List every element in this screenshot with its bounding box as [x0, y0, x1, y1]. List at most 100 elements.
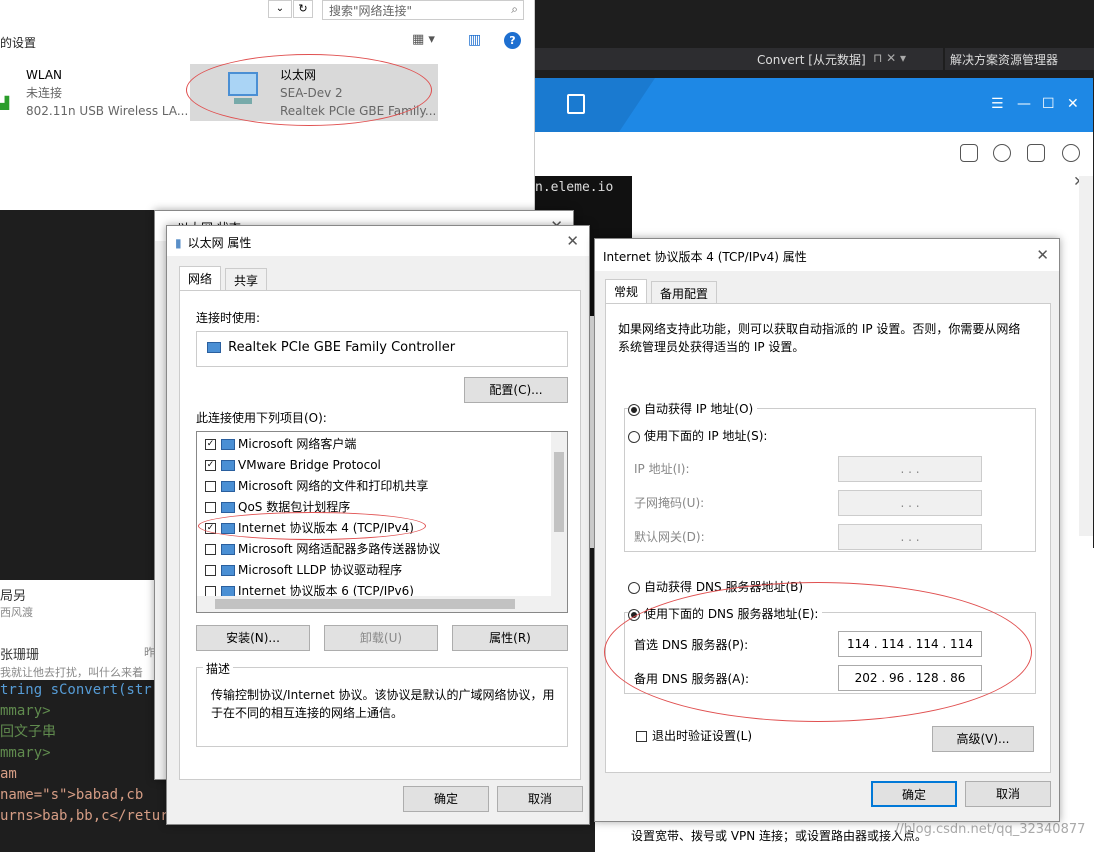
search-input[interactable]: 搜索"网络连接" ⌕: [322, 0, 524, 20]
tab-general[interactable]: 常规: [605, 279, 648, 303]
scrollbar[interactable]: [1079, 176, 1093, 536]
list-item[interactable]: Microsoft LLDP 协议驱动程序: [205, 560, 567, 581]
search-icon: ⌕: [511, 2, 518, 16]
tab-network[interactable]: 网络: [179, 266, 222, 290]
scroll-thumb[interactable]: [554, 452, 564, 532]
settings-icon[interactable]: [1062, 144, 1080, 162]
manual-ip-radio[interactable]: 使用下面的 IP 地址(S):: [628, 427, 772, 444]
cancel-button[interactable]: 取消: [497, 786, 583, 812]
list-item[interactable]: ✓ Microsoft 网络客户端: [205, 434, 567, 455]
protocol-icon: [221, 481, 235, 492]
status-strip: 设置宽带、拨号或 VPN 连接；或设置路由器或接入点。 //blog.csdn.…: [595, 818, 1094, 852]
tab-alternate-config[interactable]: 备用配置: [651, 281, 718, 303]
configure-button[interactable]: 配置(C)...: [464, 377, 568, 403]
adapter-name: Realtek PCIe GBE Family Controller: [228, 340, 456, 355]
code-line: mmary>: [0, 745, 51, 761]
manual-ip-label: 使用下面的 IP 地址(S):: [644, 429, 768, 443]
close-icon[interactable]: ✕: [1036, 246, 1049, 264]
subnet-mask-field[interactable]: . . .: [838, 490, 982, 516]
adapter-icon: [207, 342, 221, 353]
auto-ip-radio[interactable]: 自动获得 IP 地址(O): [628, 400, 758, 417]
help-icon[interactable]: ?: [504, 32, 521, 49]
dialog-title-text: 以太网 属性: [187, 236, 252, 250]
pin-icon[interactable]: ⊓ ✕ ▾: [873, 51, 906, 65]
properties-button[interactable]: 属性(R): [452, 625, 568, 651]
code-editor: tring sConvert(str mmary> 回文子串 mmary> am…: [0, 680, 169, 852]
validate-checkbox[interactable]: 退出时验证设置(L): [636, 727, 752, 744]
advanced-button[interactable]: 高级(V)...: [932, 726, 1034, 752]
cancel-button[interactable]: 取消: [965, 781, 1051, 807]
address-dropdown-button[interactable]: ⌄: [268, 0, 292, 18]
code-line: urns>bab,bb,c</retur: [0, 808, 169, 824]
network-icon: ▮: [175, 236, 182, 250]
code-line: mmary>: [0, 703, 51, 719]
protocol-icon: [221, 502, 235, 513]
ok-button[interactable]: 确定: [403, 786, 489, 812]
list-item-label: Microsoft 网络适配器多路传送器协议: [238, 542, 441, 556]
divider: [943, 48, 945, 70]
list-item-label: Microsoft LLDP 协议驱动程序: [238, 563, 403, 577]
list-item[interactable]: Microsoft 网络的文件和打印机共享: [205, 476, 567, 497]
refresh-button[interactable]: ↻: [293, 0, 313, 18]
ok-button[interactable]: 确定: [871, 781, 957, 807]
ip-address-label: IP 地址(I):: [634, 462, 690, 476]
checkbox[interactable]: ✓: [205, 460, 216, 471]
list-item-label: Microsoft 网络客户端: [238, 437, 357, 451]
phone-icon[interactable]: [993, 144, 1011, 162]
list-vscroll[interactable]: [551, 432, 567, 596]
install-button[interactable]: 安装(N)...: [196, 625, 310, 651]
adapter-box: Realtek PCIe GBE Family Controller: [196, 331, 568, 367]
list-item[interactable]: Microsoft 网络适配器多路传送器协议: [205, 539, 567, 560]
annotation-oval: [198, 512, 426, 540]
checkbox[interactable]: [205, 481, 216, 492]
ip-address-field[interactable]: . . .: [838, 456, 982, 482]
minimize-icon[interactable]: —: [1017, 96, 1031, 112]
hscroll-thumb[interactable]: [215, 599, 515, 609]
protocol-icon: [221, 565, 235, 576]
tab-sharing[interactable]: 共享: [225, 268, 268, 290]
checkbox: [636, 731, 647, 742]
menu-icon[interactable]: ☰: [991, 96, 1004, 112]
subnet-mask-label: 子网掩码(U):: [634, 496, 705, 510]
code-line: 回文子串: [0, 724, 56, 740]
auto-ip-label: 自动获得 IP 地址(O): [644, 402, 754, 416]
vs-toolbar: Convert [从元数据] ⊓ ✕ ▾ 解决方案资源管理器: [535, 48, 1094, 70]
annotation-oval: [186, 54, 432, 126]
signal-icon: ▟: [0, 96, 10, 110]
protocol-icon: [221, 544, 235, 555]
status-text: 设置宽带、拨号或 VPN 连接；或设置路由器或接入点。: [631, 829, 928, 843]
checkbox[interactable]: [205, 502, 216, 513]
dialog-title-text: Internet 协议版本 4 (TCP/IPv4) 属性: [603, 250, 807, 264]
intro-text: 如果网络支持此功能，则可以获取自动指派的 IP 设置。否则，你需要从网络系统管理…: [618, 322, 1021, 354]
protocol-icon: [221, 460, 235, 471]
radio-button: [628, 581, 640, 594]
view-options-icon[interactable]: ▦ ▾: [412, 32, 435, 47]
chat-contact: 张珊珊: [0, 648, 40, 663]
code-line: am name="s">babad,cb: [0, 766, 144, 803]
watermark: //blog.csdn.net/qq_32340877: [895, 822, 1086, 837]
add-icon[interactable]: [1027, 144, 1045, 162]
wlan-status: 未连接: [26, 86, 63, 100]
items-label: 此连接使用下列项目(O):: [196, 411, 327, 425]
checkbox[interactable]: [205, 565, 216, 576]
wlan-connection[interactable]: WLAN 未连接 802.11n USB Wireless LA... ▟: [0, 66, 189, 120]
chat-subtitle: 西风渡: [0, 606, 33, 619]
uninstall-button[interactable]: 卸载(U): [324, 625, 438, 651]
list-hscroll[interactable]: [197, 596, 567, 612]
description-group: 描述 传输控制协议/Internet 协议。该协议是默认的广域网络协议，用于在不…: [196, 660, 568, 747]
screenshot-icon[interactable]: [960, 144, 978, 162]
close-icon[interactable]: ✕: [1067, 96, 1079, 112]
close-icon[interactable]: ✕: [566, 232, 579, 250]
convert-tab[interactable]: Convert [从元数据]: [757, 51, 866, 68]
solution-explorer-tab[interactable]: 解决方案资源管理器: [950, 51, 1058, 68]
maximize-icon[interactable]: ☐: [1042, 96, 1055, 112]
preview-pane-icon[interactable]: ▥: [468, 32, 481, 48]
wlan-device: 802.11n USB Wireless LA...: [26, 104, 189, 118]
checkbox[interactable]: ✓: [205, 439, 216, 450]
gateway-field[interactable]: . . .: [838, 524, 982, 550]
validate-label: 退出时验证设置(L): [652, 729, 753, 743]
list-item-label: VMware Bridge Protocol: [238, 458, 381, 472]
list-item[interactable]: ✓ VMware Bridge Protocol: [205, 455, 567, 476]
connect-using-label: 连接时使用:: [196, 311, 261, 325]
checkbox[interactable]: [205, 544, 216, 555]
